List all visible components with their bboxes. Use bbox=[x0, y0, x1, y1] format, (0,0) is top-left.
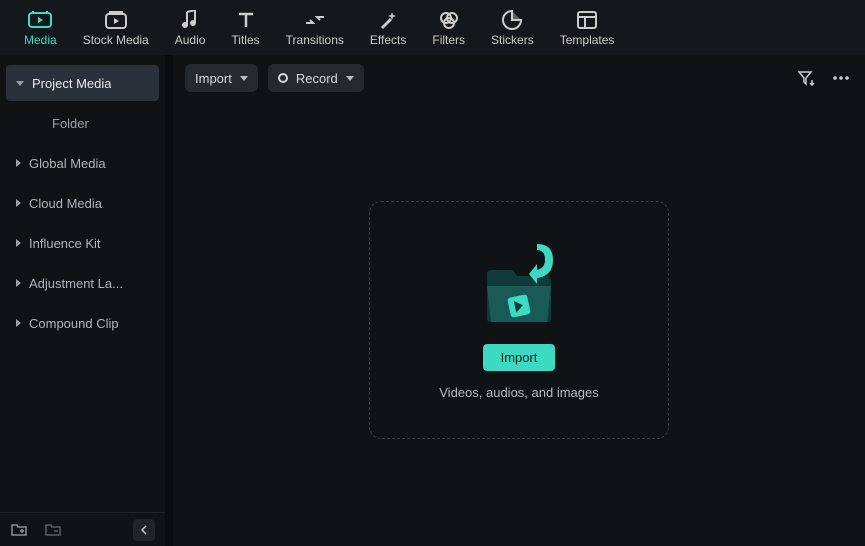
import-dropdown-button[interactable]: Import bbox=[185, 64, 258, 92]
sidebar-item-label: Folder bbox=[52, 116, 89, 131]
caret-right-icon bbox=[16, 279, 21, 287]
caret-right-icon bbox=[16, 159, 21, 167]
sidebar-footer bbox=[0, 512, 165, 546]
sidebar: Project Media Folder Global Media Cloud … bbox=[0, 55, 165, 546]
nav-stock-media[interactable]: Stock Media bbox=[83, 9, 149, 47]
main: Project Media Folder Global Media Cloud … bbox=[0, 55, 865, 546]
nav-label: Titles bbox=[231, 33, 259, 47]
caret-right-icon bbox=[16, 239, 21, 247]
drop-hint-text: Videos, audios, and images bbox=[439, 385, 598, 400]
import-drop-zone[interactable]: Import Videos, audios, and images bbox=[369, 201, 669, 439]
top-nav: Media Stock Media Audio Titles Transitio… bbox=[0, 0, 865, 55]
import-button[interactable]: Import bbox=[483, 344, 556, 371]
more-options-button[interactable] bbox=[829, 66, 853, 90]
nav-media[interactable]: Media bbox=[24, 9, 57, 47]
nav-stickers[interactable]: Stickers bbox=[491, 9, 534, 47]
sidebar-item-label: Project Media bbox=[32, 76, 111, 91]
stock-media-icon bbox=[104, 9, 128, 31]
nav-label: Media bbox=[24, 33, 57, 47]
stickers-icon bbox=[500, 9, 524, 31]
filters-icon bbox=[437, 9, 461, 31]
effects-icon bbox=[376, 9, 400, 31]
nav-filters[interactable]: Filters bbox=[432, 9, 465, 47]
sidebar-item-label: Compound Clip bbox=[29, 316, 119, 331]
content-area: Import Record bbox=[173, 55, 865, 546]
audio-icon bbox=[178, 9, 202, 31]
nav-titles[interactable]: Titles bbox=[231, 9, 259, 47]
content-toolbar: Import Record bbox=[173, 55, 865, 93]
filter-sort-button[interactable] bbox=[795, 66, 819, 90]
sidebar-item-label: Global Media bbox=[29, 156, 106, 171]
chevron-down-icon bbox=[240, 76, 248, 81]
nav-label: Transitions bbox=[286, 33, 344, 47]
button-label: Import bbox=[195, 71, 232, 86]
transitions-icon bbox=[303, 9, 327, 31]
button-label: Import bbox=[501, 350, 538, 365]
sidebar-list: Project Media Folder Global Media Cloud … bbox=[0, 55, 165, 512]
sidebar-item-global-media[interactable]: Global Media bbox=[6, 145, 159, 181]
caret-down-icon bbox=[16, 81, 24, 86]
templates-icon bbox=[575, 9, 599, 31]
nav-audio[interactable]: Audio bbox=[175, 9, 206, 47]
record-icon bbox=[278, 73, 288, 83]
nav-label: Stock Media bbox=[83, 33, 149, 47]
caret-right-icon bbox=[16, 199, 21, 207]
nav-label: Stickers bbox=[491, 33, 534, 47]
nav-templates[interactable]: Templates bbox=[560, 9, 615, 47]
sidebar-item-label: Cloud Media bbox=[29, 196, 102, 211]
record-dropdown-button[interactable]: Record bbox=[268, 64, 364, 92]
nav-transitions[interactable]: Transitions bbox=[286, 9, 344, 47]
sidebar-item-adjustment-layer[interactable]: Adjustment La... bbox=[6, 265, 159, 301]
sidebar-item-cloud-media[interactable]: Cloud Media bbox=[6, 185, 159, 221]
delete-folder-button[interactable] bbox=[44, 521, 62, 539]
sidebar-item-compound-clip[interactable]: Compound Clip bbox=[6, 305, 159, 341]
sidebar-item-project-media[interactable]: Project Media bbox=[6, 65, 159, 101]
collapse-sidebar-button[interactable] bbox=[133, 519, 155, 541]
sidebar-item-label: Influence Kit bbox=[29, 236, 101, 251]
chevron-down-icon bbox=[346, 76, 354, 81]
titles-icon bbox=[234, 9, 258, 31]
new-folder-button[interactable] bbox=[10, 521, 28, 539]
folder-illustration bbox=[469, 240, 569, 330]
button-label: Record bbox=[296, 71, 338, 86]
nav-effects[interactable]: Effects bbox=[370, 9, 406, 47]
nav-label: Effects bbox=[370, 33, 406, 47]
media-icon bbox=[28, 9, 52, 31]
nav-label: Audio bbox=[175, 33, 206, 47]
caret-right-icon bbox=[16, 319, 21, 327]
sidebar-item-label: Adjustment La... bbox=[29, 276, 123, 291]
drop-area: Import Videos, audios, and images bbox=[173, 93, 865, 546]
sidebar-subitem-folder[interactable]: Folder bbox=[6, 105, 159, 141]
nav-label: Filters bbox=[432, 33, 465, 47]
sidebar-item-influence-kit[interactable]: Influence Kit bbox=[6, 225, 159, 261]
nav-label: Templates bbox=[560, 33, 615, 47]
